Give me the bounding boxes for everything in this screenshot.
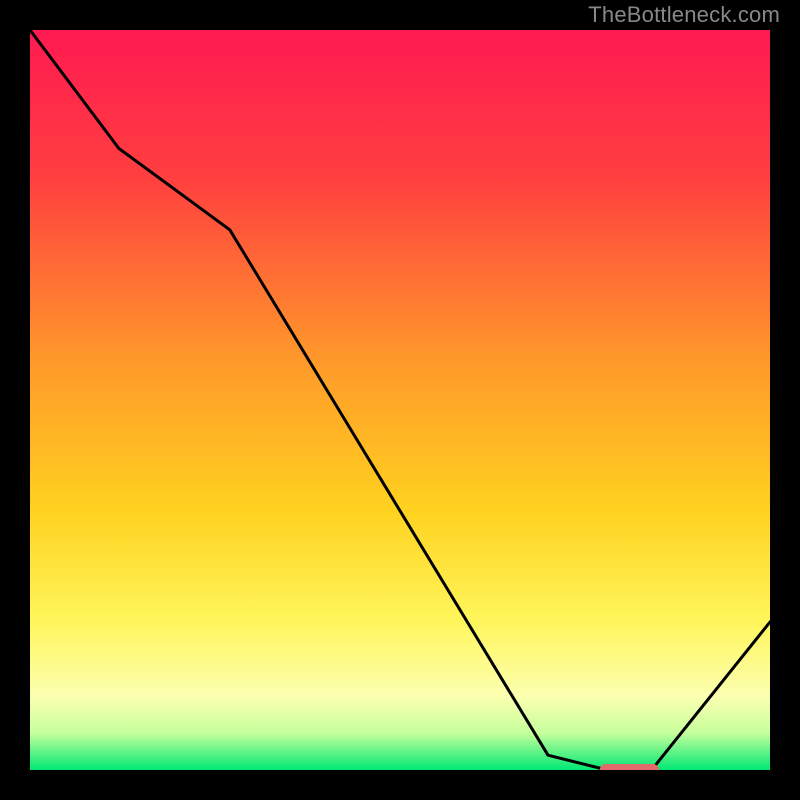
chart-svg [30,30,770,770]
chart-frame: TheBottleneck.com [0,0,800,800]
optimum-marker [600,764,659,770]
watermark-text: TheBottleneck.com [588,2,780,28]
gradient-background [30,30,770,770]
bottleneck-plot [30,30,770,770]
